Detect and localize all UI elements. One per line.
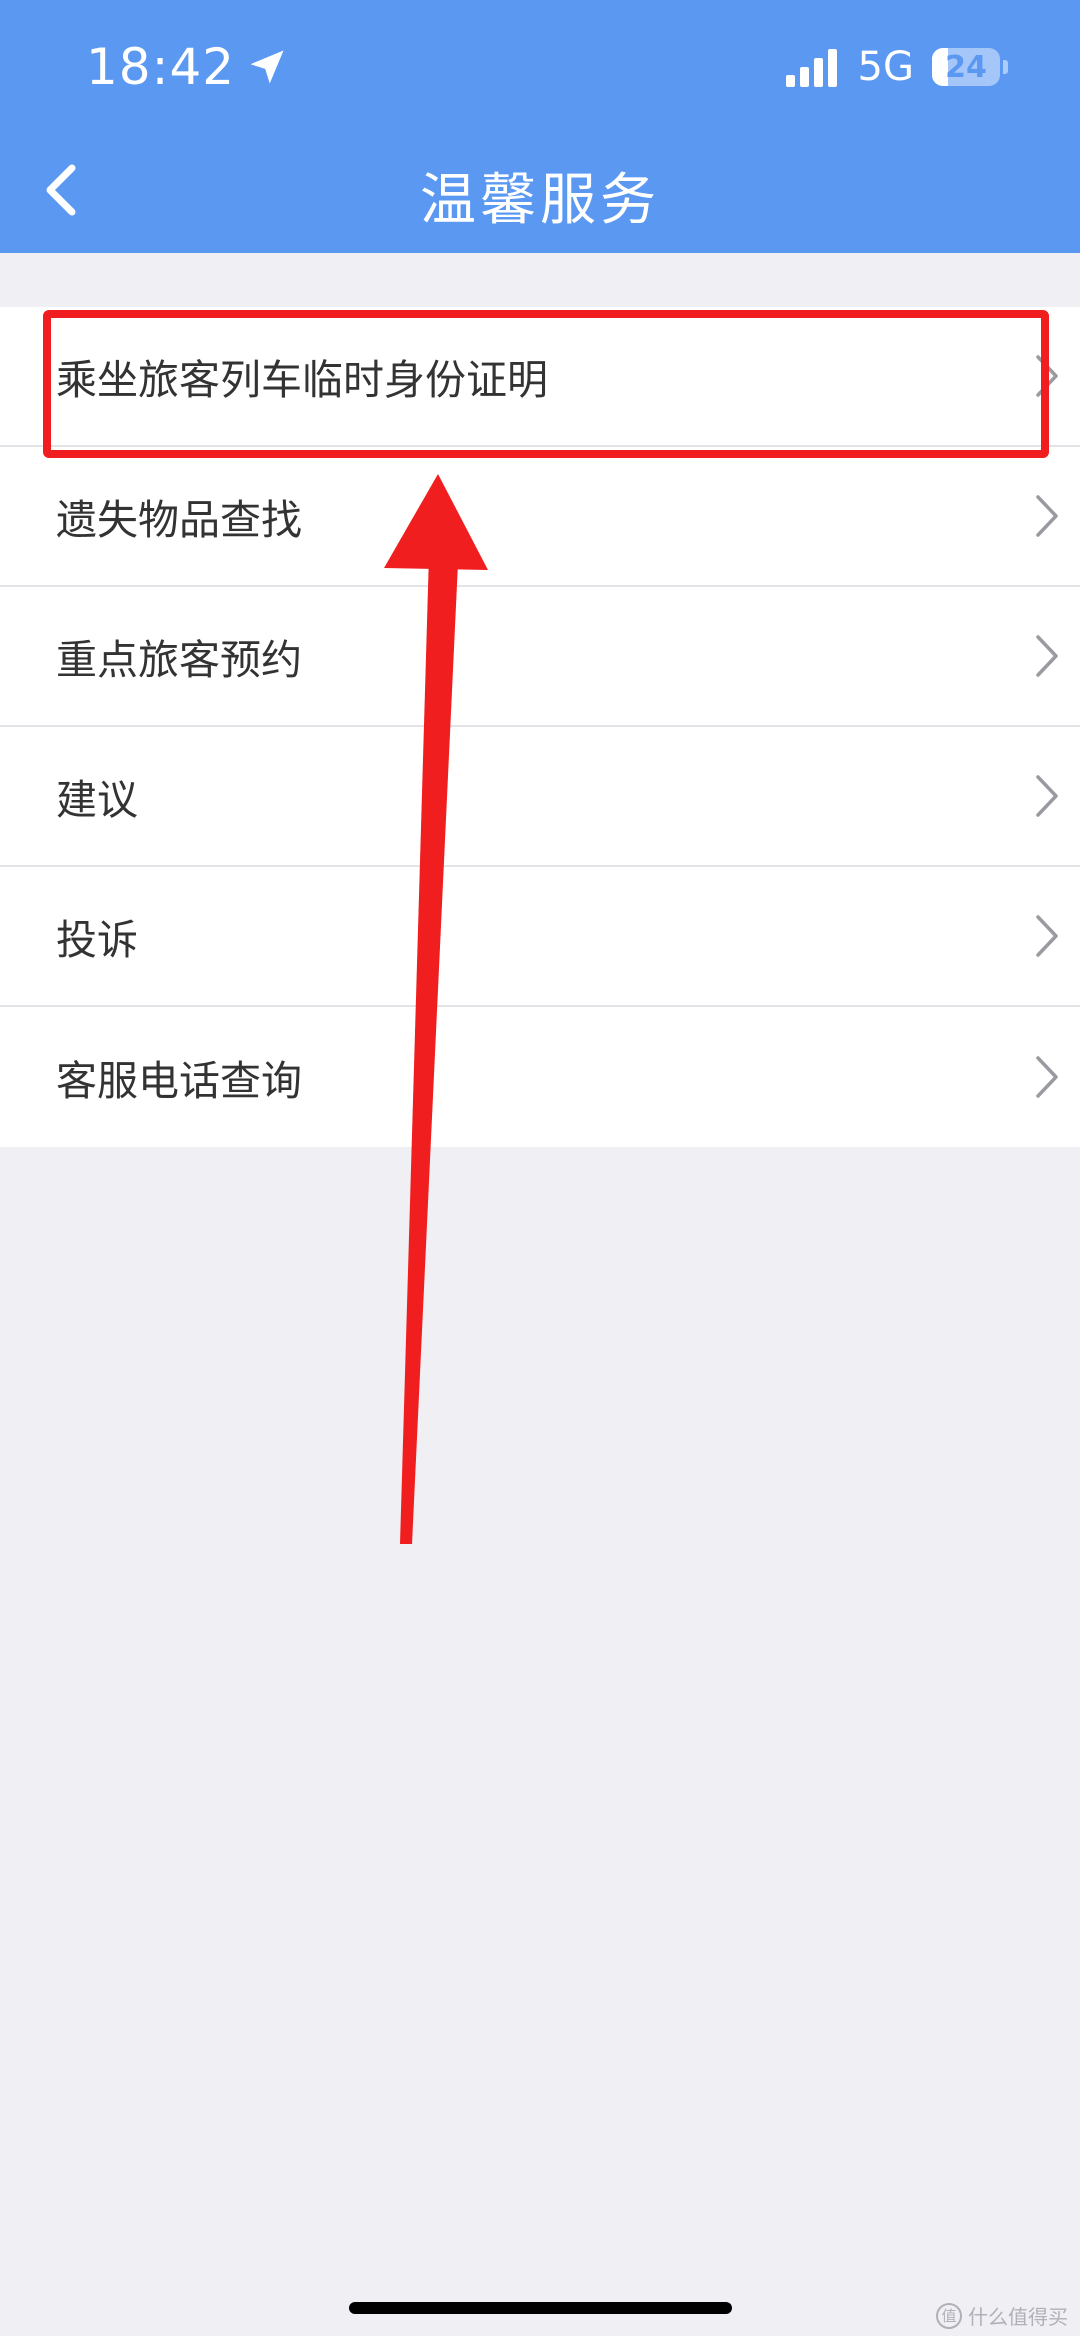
menu-item-label: 投诉: [56, 916, 138, 964]
menu-item-label: 遗失物品查找: [56, 496, 302, 544]
menu-item-label: 建议: [56, 776, 138, 824]
menu-item-label: 重点旅客预约: [56, 636, 302, 684]
menu-item-suggestion[interactable]: 建议: [0, 727, 1080, 867]
battery-icon: 24: [932, 47, 1010, 87]
menu-item-complaint[interactable]: 投诉: [0, 867, 1080, 1007]
page-title: 温馨服务: [420, 168, 660, 233]
chevron-right-icon: [1036, 915, 1058, 957]
menu-item-label: 客服电话查询: [56, 1057, 302, 1105]
chevron-right-icon: [1036, 635, 1058, 677]
menu-item-priority-passenger[interactable]: 重点旅客预约: [0, 587, 1080, 727]
chevron-right-icon: [1036, 495, 1058, 537]
menu-item-temporary-id[interactable]: 乘坐旅客列车临时身份证明: [0, 307, 1080, 447]
watermark: 值 什么值得买: [936, 2301, 1068, 2330]
top-header: 18:42 5G 24 温馨服务: [0, 0, 1080, 253]
signal-bars-icon: [785, 49, 837, 87]
service-menu-list: 乘坐旅客列车临时身份证明 遗失物品查找 重点旅客预约 建议 投诉 客服电话查询: [0, 307, 1080, 1147]
home-indicator[interactable]: [349, 2302, 732, 2314]
menu-item-label: 乘坐旅客列车临时身份证明: [56, 356, 548, 404]
status-time: 18:42: [86, 38, 289, 96]
battery-level: 24: [945, 49, 987, 85]
network-type: 5G: [857, 44, 914, 90]
watermark-text: 什么值得买: [968, 2305, 1068, 2329]
menu-item-hotline[interactable]: 客服电话查询: [0, 1007, 1080, 1147]
chevron-right-icon: [1036, 1056, 1058, 1098]
menu-item-lost-items[interactable]: 遗失物品查找: [0, 447, 1080, 587]
chevron-right-icon: [1036, 355, 1058, 397]
location-arrow-icon: [250, 50, 284, 84]
chevron-right-icon: [1036, 775, 1058, 817]
status-right: 5G 24: [784, 44, 1010, 90]
watermark-logo-icon: 值: [936, 2302, 962, 2329]
status-time-text: 18:42: [86, 38, 236, 96]
